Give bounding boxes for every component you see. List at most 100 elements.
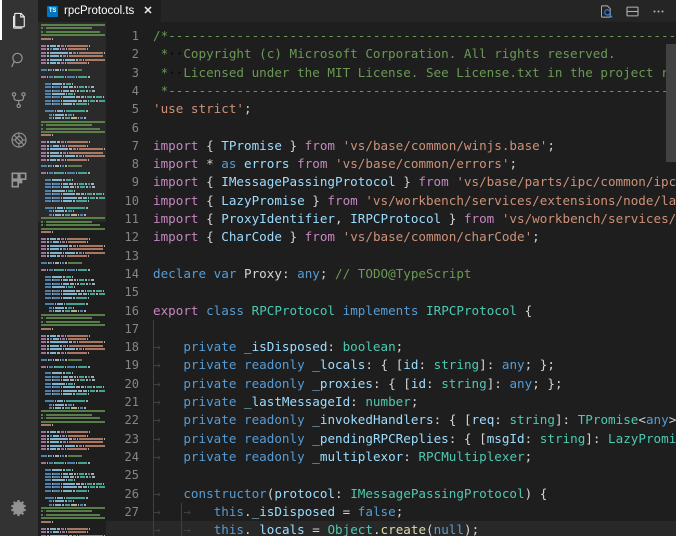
minimap-line-segment bbox=[87, 61, 89, 64]
minimap-line-segment bbox=[85, 348, 105, 351]
minimap-line-segment bbox=[50, 155, 62, 158]
minimap[interactable] bbox=[38, 22, 106, 536]
minimap-line-segment bbox=[45, 469, 51, 472]
minimap-line-segment bbox=[49, 403, 53, 406]
code-line[interactable]: import { IMessagePassingProtocol } from … bbox=[153, 173, 676, 191]
activity-item-explorer[interactable] bbox=[0, 0, 38, 40]
code-line[interactable]: → private readonly _invokedHandlers: { [… bbox=[153, 411, 676, 429]
minimap-line-segment bbox=[84, 482, 87, 485]
tab-indent-marker: → bbox=[153, 394, 184, 409]
activity-item-search[interactable] bbox=[0, 40, 38, 80]
minimap-line-segment bbox=[41, 334, 46, 337]
code-line[interactable]: import { ProxyIdentifier, IRPCProtocol }… bbox=[153, 210, 676, 228]
minimap-line-segment bbox=[72, 179, 74, 182]
minimap-line-segment bbox=[50, 348, 62, 351]
code-line[interactable]: *---------------------------------------… bbox=[153, 82, 676, 100]
minimap-line-segment bbox=[79, 182, 84, 185]
ellipsis-icon[interactable] bbox=[651, 4, 666, 19]
close-icon[interactable]: ✕ bbox=[143, 5, 152, 17]
tab-indent-marker: → bbox=[153, 412, 184, 428]
minimap-line-segment bbox=[41, 30, 43, 33]
code-line[interactable]: import * as errors from 'vs/base/common/… bbox=[153, 155, 517, 173]
minimap-line-segment bbox=[96, 96, 103, 99]
minimap-line-segment bbox=[50, 237, 57, 240]
activity-item-extensions[interactable] bbox=[0, 160, 38, 200]
code-line[interactable]: *··Copyright (c) Microsoft Corporation. … bbox=[153, 45, 616, 63]
minimap-line-segment bbox=[60, 527, 64, 530]
minimap-line-segment bbox=[61, 310, 64, 313]
code-line[interactable]: /*--------------------------------------… bbox=[153, 27, 676, 45]
code-line[interactable]: → private _lastMessageId: number; bbox=[153, 393, 418, 411]
tab-indent-marker: → bbox=[153, 357, 184, 373]
minimap-line-segment bbox=[79, 279, 84, 282]
minimap-line-segment bbox=[47, 455, 49, 458]
code-line[interactable]: import { TPromise } from 'vs/base/common… bbox=[153, 137, 555, 155]
preview-icon[interactable] bbox=[599, 4, 614, 19]
code-line[interactable]: → private readonly _proxies: { [id: stri… bbox=[153, 375, 563, 393]
code-line[interactable]: *··Licensed under the MIT License. See L… bbox=[153, 64, 676, 82]
minimap-line-segment bbox=[60, 448, 64, 451]
minimap-line-segment bbox=[68, 531, 87, 534]
minimap-line-segment bbox=[62, 293, 77, 296]
minimap-line-segment bbox=[62, 58, 65, 61]
minimap-line-segment bbox=[60, 375, 62, 378]
minimap-line-segment bbox=[75, 155, 79, 158]
minimap-line-segment bbox=[60, 158, 64, 161]
minimap-line-segment bbox=[65, 189, 68, 192]
code-line[interactable]: → private _isDisposed: boolean; bbox=[153, 338, 403, 356]
minimap-line-segment bbox=[65, 262, 67, 265]
minimap-line-segment bbox=[41, 34, 105, 37]
activity-item-manage[interactable] bbox=[0, 488, 38, 528]
minimap-line-segment bbox=[69, 182, 74, 185]
minimap-line-segment bbox=[84, 213, 86, 216]
line-number: 2 bbox=[131, 47, 139, 62]
minimap-line-segment bbox=[76, 438, 78, 440]
minimap-line-segment bbox=[53, 386, 60, 389]
code-line[interactable]: declare var Proxy: any; // TODO@TypeScri… bbox=[153, 265, 472, 283]
minimap-line-segment bbox=[77, 172, 88, 175]
code-line[interactable]: import { LazyPromise } from 'vs/workbenc… bbox=[153, 192, 676, 210]
minimap-line-segment bbox=[73, 93, 75, 95]
minimap-line-segment bbox=[60, 279, 62, 282]
code-line[interactable]: → → this._locals = Object.create(null); bbox=[153, 521, 479, 536]
activity-item-source-control[interactable] bbox=[0, 80, 38, 120]
code-line[interactable]: → → this._isDisposed = false; bbox=[153, 503, 403, 521]
code-line[interactable]: → constructor(protocol: IMessagePassingP… bbox=[153, 485, 547, 503]
minimap-line-segment bbox=[84, 279, 88, 282]
minimap-line-segment bbox=[82, 293, 87, 296]
vertical-scrollbar-thumb[interactable] bbox=[666, 44, 676, 162]
vertical-scrollbar[interactable] bbox=[666, 44, 676, 536]
editor-tab-rpcprotocol[interactable]: TS rpcProtocol.ts ✕ bbox=[38, 0, 161, 22]
minimap-line-segment bbox=[92, 186, 96, 189]
minimap-line-segment bbox=[64, 310, 70, 313]
minimap-line-segment bbox=[45, 386, 51, 389]
code-line[interactable]: → private readonly _locals: { [id: strin… bbox=[153, 356, 555, 374]
minimap-line-segment bbox=[53, 403, 55, 406]
minimap-line-segment bbox=[89, 237, 91, 240]
minimap-line-segment bbox=[50, 341, 69, 344]
code-line[interactable]: → private readonly _pendingRPCReplies: {… bbox=[153, 430, 676, 448]
minimap-line-segment bbox=[65, 75, 67, 78]
activity-item-run-debug[interactable] bbox=[0, 120, 38, 160]
code-line[interactable]: import { CharCode } from 'vs/base/common… bbox=[153, 228, 540, 246]
minimap-line-segment bbox=[64, 213, 70, 216]
minimap-line-segment bbox=[46, 151, 50, 154]
minimap-line-segment bbox=[62, 182, 69, 185]
minimap-line-segment bbox=[99, 99, 105, 102]
minimap-line-segment bbox=[41, 127, 43, 130]
minimap-line-segment bbox=[48, 462, 53, 465]
code-editor[interactable]: 1 2 3 4 5 6 7 8 9 10 11 12 13 14 15 16 17 18 19 20 21 22 23 24 2… bbox=[106, 22, 676, 536]
split-editor-icon[interactable] bbox=[625, 4, 640, 19]
code-lines[interactable]: /*--------------------------------------… bbox=[106, 22, 676, 536]
minimap-line-segment bbox=[51, 372, 53, 375]
minimap-line-segment bbox=[54, 206, 56, 209]
minimap-line-segment bbox=[88, 75, 90, 78]
minimap-line-segment bbox=[53, 375, 60, 378]
code-line[interactable]: → private readonly _multiplexor: RPCMult… bbox=[153, 448, 532, 466]
code-line[interactable]: 'use strict'; bbox=[153, 100, 252, 118]
minimap-line-segment bbox=[91, 375, 95, 378]
minimap-line-segment bbox=[51, 472, 53, 475]
minimap-line-segment bbox=[53, 289, 60, 292]
minimap-line-segment bbox=[46, 124, 92, 127]
code-line[interactable]: export class RPCProtocol implements IRPC… bbox=[153, 302, 532, 320]
